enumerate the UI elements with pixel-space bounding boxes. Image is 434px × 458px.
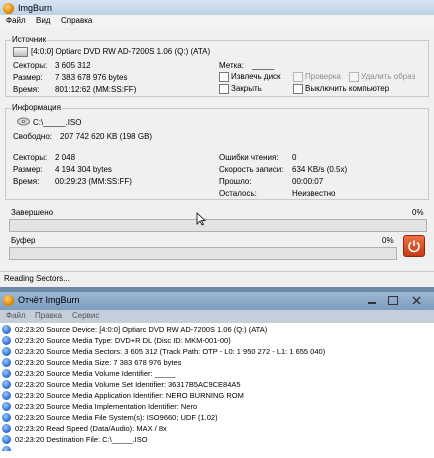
info-icon: [2, 336, 11, 345]
source-group-label: Источник: [11, 35, 48, 44]
read-errors-value: 0: [292, 153, 297, 162]
buffer-label: Буфер: [11, 236, 36, 245]
info-icon: [2, 435, 11, 444]
source-sectors-label: Секторы:: [13, 61, 48, 70]
info-icon: [2, 424, 11, 433]
info-time-label: Время:: [13, 177, 40, 186]
source-time-label: Время:: [13, 85, 40, 94]
log-titlebar[interactable]: Отчёт ImgBurn: [0, 292, 434, 310]
info-sectors-value: 2 048: [55, 153, 76, 162]
menu-file[interactable]: Файл: [6, 16, 26, 25]
delete-image-checkbox[interactable]: [349, 72, 359, 82]
close-icon[interactable]: [412, 296, 421, 305]
info-time-value: 00:29:23 (MM:SS:FF): [55, 177, 132, 186]
power-icon: [408, 240, 420, 253]
log-line-partial: [0, 445, 434, 451]
remaining-value: Неизвестно: [292, 189, 336, 198]
menu-view[interactable]: Вид: [36, 16, 50, 25]
log-line: 02:23:20 Source Media Size: 7 383 678 97…: [0, 357, 434, 368]
log-line: 02:23:20 Source Device: [4:0:0] Optiarc …: [0, 324, 434, 335]
information-group-label: Информация: [11, 103, 62, 112]
elapsed-value: 00:00:07: [292, 177, 324, 186]
volume-label-value: _____: [252, 61, 275, 70]
info-icon: [2, 446, 11, 451]
imgburn-app-icon: [3, 3, 14, 14]
log-list[interactable]: 02:23:20 Source Device: [4:0:0] Optiarc …: [0, 323, 434, 458]
info-icon: [2, 413, 11, 422]
minimize-icon[interactable]: [368, 302, 376, 304]
eject-checkbox-label: Извлечь диск: [231, 72, 281, 81]
imgburn-log-window: Отчёт ImgBurn Файл Правка Сервис 02:23:2…: [0, 292, 434, 458]
log-menu-edit[interactable]: Правка: [35, 311, 62, 320]
info-size-value: 4 194 304 bytes: [55, 165, 112, 174]
status-text: Reading Sectors...: [4, 274, 70, 283]
buffer-progress-bar: [9, 247, 397, 260]
volume-label-caption: Метка:: [219, 61, 244, 70]
info-icon: [2, 369, 11, 378]
stop-button[interactable]: [403, 235, 425, 257]
shutdown-checkbox[interactable]: [293, 84, 303, 94]
window-title: ImgBurn: [18, 3, 53, 13]
info-icon: [2, 380, 11, 389]
write-speed-value: 634 KB/s (0.5x): [292, 165, 348, 174]
elapsed-label: Прошло:: [219, 177, 252, 186]
destination-file: C:\_____.ISO: [33, 118, 82, 127]
source-sectors-value: 3 605 312: [55, 61, 91, 70]
close-checkbox[interactable]: [219, 84, 229, 94]
write-speed-label: Скорость записи:: [219, 165, 284, 174]
info-icon: [2, 391, 11, 400]
free-space-label: Свободно:: [13, 132, 52, 141]
log-window-title: Отчёт ImgBurn: [18, 295, 80, 305]
shutdown-checkbox-label: Выключить компьютер: [305, 84, 390, 93]
log-menubar: Файл Правка Сервис: [0, 310, 434, 323]
source-device-label[interactable]: [4:0:0] Optiarc DVD RW AD-7200S 1.06 (Q:…: [31, 47, 210, 56]
free-space-value: 207 742 620 KB (198 GB): [60, 132, 153, 141]
info-icon: [2, 358, 11, 367]
log-line: 02:23:20 Source Media Type: DVD+R DL (Di…: [0, 335, 434, 346]
read-errors-label: Ошибки чтения:: [219, 153, 279, 162]
complete-percent: 0%: [412, 208, 424, 217]
log-line: 02:23:20 Source Media Application Identi…: [0, 390, 434, 401]
log-line: 02:23:20 Source Media Implementation Ide…: [0, 401, 434, 412]
menu-help[interactable]: Справка: [61, 16, 92, 25]
log-line: 02:23:20 Read Speed (Data/Audio): MAX / …: [0, 423, 434, 434]
verify-checkbox[interactable]: [293, 72, 303, 82]
disc-image-icon: [17, 117, 30, 126]
info-sectors-label: Секторы:: [13, 153, 48, 162]
log-app-icon: [3, 295, 14, 306]
close-checkbox-label: Закрыть: [231, 84, 262, 93]
remaining-label: Осталось:: [219, 189, 257, 198]
drive-icon: [13, 47, 28, 57]
window-controls: [368, 296, 428, 306]
source-time-value: 801:12:62 (MM:SS:FF): [55, 85, 137, 94]
eject-checkbox[interactable]: [219, 72, 229, 82]
source-size-value: 7 383 678 976 bytes: [55, 73, 128, 82]
info-icon: [2, 347, 11, 356]
complete-progress-bar: [9, 219, 427, 232]
delete-image-checkbox-label: Удалить образ: [361, 72, 416, 81]
info-icon: [2, 325, 11, 334]
mouse-cursor-icon: [196, 212, 206, 226]
log-line: 02:23:20 Source Media File System(s): IS…: [0, 412, 434, 423]
buffer-percent: 0%: [382, 236, 394, 245]
imgburn-main-window: ImgBurn Файл Вид Справка Источник [4:0:0…: [0, 0, 434, 287]
info-icon: [2, 402, 11, 411]
log-line: 02:23:20 Source Media Volume Identifier:…: [0, 368, 434, 379]
main-menubar: Файл Вид Справка: [0, 15, 434, 27]
log-menu-tools[interactable]: Сервис: [72, 311, 99, 320]
log-line: 02:23:20 Source Media Volume Set Identif…: [0, 379, 434, 390]
source-size-label: Размер:: [13, 73, 43, 82]
log-menu-file[interactable]: Файл: [6, 311, 26, 320]
info-size-label: Размер:: [13, 165, 43, 174]
log-line: 02:23:20 Source Media Sectors: 3 605 312…: [0, 346, 434, 357]
log-line: 02:23:20 Destination File: C:\_____.ISO: [0, 434, 434, 445]
status-bar: Reading Sectors...: [0, 271, 434, 285]
maximize-icon[interactable]: [388, 296, 398, 305]
complete-label: Завершено: [11, 208, 54, 217]
verify-checkbox-label: Проверка: [305, 72, 341, 81]
